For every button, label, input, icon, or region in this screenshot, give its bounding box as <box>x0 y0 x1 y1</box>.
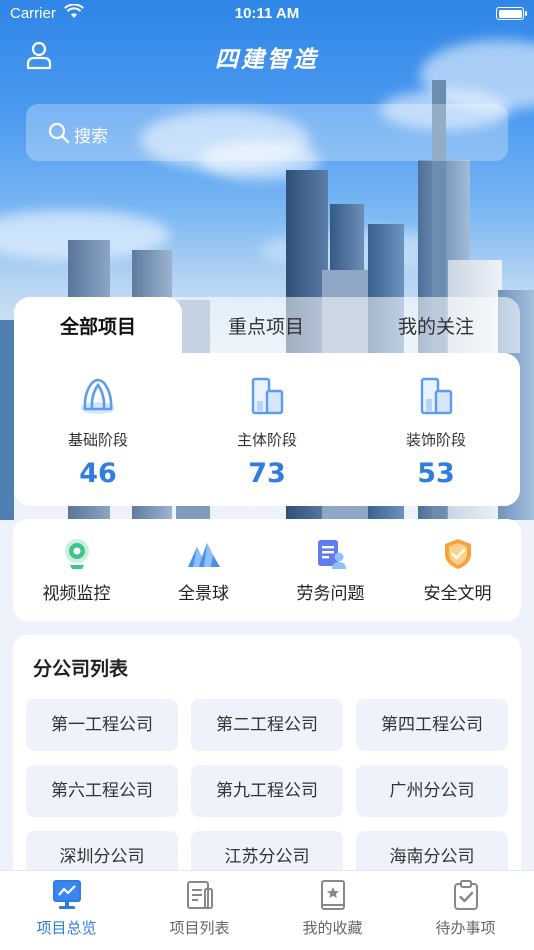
foundation-icon <box>81 378 115 414</box>
action-video-monitoring[interactable]: 视频监控 <box>13 537 140 604</box>
branch-item[interactable]: 第一工程公司 <box>26 699 178 751</box>
panorama-icon <box>187 543 220 567</box>
building-icon <box>251 377 284 415</box>
stage-label: 装饰阶段 <box>405 431 466 449</box>
nav-bar: 四建智造 <box>0 28 534 82</box>
stage-stats-panel: 基础阶段 46 主体阶段 73 装饰阶段 53 <box>14 353 520 506</box>
camera-icon <box>64 539 89 569</box>
list-icon <box>186 881 213 909</box>
overview-icon <box>52 880 81 909</box>
favorites-icon <box>320 880 345 910</box>
branch-item[interactable]: 第四工程公司 <box>356 699 508 751</box>
stage-count: 46 <box>79 458 117 489</box>
stage-count: 73 <box>248 458 286 489</box>
labor-icon <box>317 540 346 569</box>
action-label: 视频监控 <box>42 584 111 604</box>
branch-item[interactable]: 第六工程公司 <box>26 765 178 817</box>
safety-shield-icon <box>444 539 471 569</box>
tabbar-label: 项目总览 <box>36 919 97 937</box>
action-label: 安全文明 <box>423 584 492 604</box>
tabbar-project-list[interactable]: 项目列表 <box>133 879 266 938</box>
bottom-tab-bar: 项目总览 项目列表 我的收藏 待办事项 <box>0 870 534 950</box>
todo-icon <box>453 880 478 910</box>
project-tabs-card: 全部项目 重点项目 我的关注 基础阶段 46 主体阶段 73 装饰阶段 53 <box>14 297 520 506</box>
branch-item[interactable]: 广州分公司 <box>356 765 508 817</box>
app-title: 四建智造 <box>215 47 319 73</box>
tab-all-projects[interactable]: 全部项目 <box>14 297 182 357</box>
action-label: 全景球 <box>178 584 229 604</box>
search-placeholder: 搜索 <box>74 127 108 147</box>
stage-foundation[interactable]: 基础阶段 46 <box>14 375 182 489</box>
stage-label: 主体阶段 <box>236 431 297 449</box>
stage-main-structure[interactable]: 主体阶段 73 <box>183 375 351 489</box>
tabbar-label: 项目列表 <box>169 919 230 937</box>
battery-icon <box>496 7 527 20</box>
branch-list-title: 分公司列表 <box>33 658 129 680</box>
clock: 10:11 AM <box>234 5 300 22</box>
action-panorama[interactable]: 全景球 <box>140 537 267 604</box>
tabbar-label: 待办事项 <box>435 919 496 937</box>
branch-item[interactable]: 第九工程公司 <box>191 765 343 817</box>
tabbar-todo[interactable]: 待办事项 <box>399 879 532 938</box>
action-safety-civilization[interactable]: 安全文明 <box>394 537 521 604</box>
tabbar-my-favorites[interactable]: 我的收藏 <box>266 879 399 938</box>
stage-count: 53 <box>417 458 455 489</box>
tabbar-project-overview[interactable]: 项目总览 <box>0 879 133 938</box>
tab-key-projects[interactable]: 重点项目 <box>182 297 350 357</box>
decoration-icon <box>420 377 453 415</box>
tabbar-label: 我的收藏 <box>302 919 363 937</box>
search-icon <box>48 122 70 144</box>
stage-decoration[interactable]: 装饰阶段 53 <box>352 375 520 489</box>
action-label: 劳务问题 <box>296 584 365 604</box>
tab-my-follows[interactable]: 我的关注 <box>352 297 520 357</box>
stage-label: 基础阶段 <box>67 431 128 449</box>
search-bar[interactable]: 搜索 <box>26 104 508 161</box>
quick-actions: 视频监控 全景球 劳务问题 安全文明 <box>13 519 521 621</box>
status-bar: Carrier 10:11 AM <box>0 0 534 28</box>
action-labor-issues[interactable]: 劳务问题 <box>267 537 394 604</box>
branch-item[interactable]: 第二工程公司 <box>191 699 343 751</box>
